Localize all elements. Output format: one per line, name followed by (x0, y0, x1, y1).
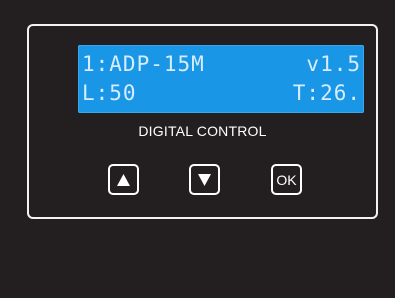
lcd-version: v1.5 (306, 52, 361, 76)
panel-label: DIGITAL CONTROL (138, 123, 267, 139)
ok-button[interactable]: OK (271, 164, 302, 195)
down-button[interactable] (189, 164, 220, 195)
up-triangle-icon (117, 173, 130, 186)
lcd-line-1: 1:ADP-15M v1.5 (78, 49, 364, 79)
lcd-device-id: 1:ADP-15M (82, 52, 205, 76)
up-button[interactable] (108, 164, 139, 195)
ok-button-label: OK (276, 171, 297, 188)
lcd-line-2: L:50 T:26. (78, 78, 364, 108)
lcd-display: 1:ADP-15M v1.5 L:50 T:26. (78, 45, 364, 113)
lcd-temperature: T:26. (292, 81, 361, 105)
control-panel: 1:ADP-15M v1.5 L:50 T:26. DIGITAL CONTRO… (27, 24, 378, 219)
down-triangle-icon (198, 173, 211, 186)
lcd-level: L:50 (82, 81, 137, 105)
